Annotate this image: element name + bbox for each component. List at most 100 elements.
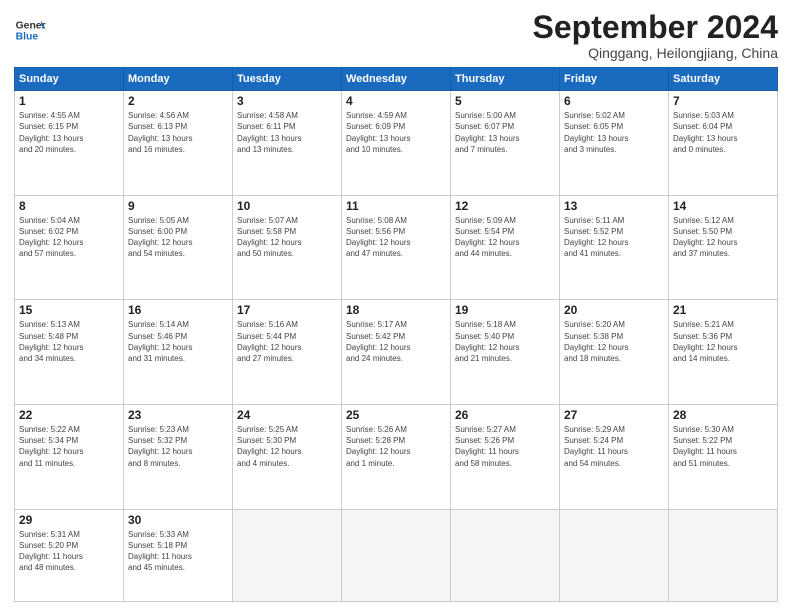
calendar-cell: 11Sunrise: 5:08 AM Sunset: 5:56 PM Dayli… — [342, 195, 451, 300]
day-info: Sunrise: 5:29 AM Sunset: 5:24 PM Dayligh… — [564, 424, 664, 469]
day-info: Sunrise: 5:09 AM Sunset: 5:54 PM Dayligh… — [455, 215, 555, 260]
day-number: 16 — [128, 303, 228, 317]
page: General Blue September 2024 Qinggang, He… — [0, 0, 792, 612]
calendar-cell: 13Sunrise: 5:11 AM Sunset: 5:52 PM Dayli… — [560, 195, 669, 300]
calendar-header-row: Sunday Monday Tuesday Wednesday Thursday… — [15, 68, 778, 91]
calendar-week-row: 8 Sunrise: 5:04 AM Sunset: 6:02 PM Daylig… — [15, 195, 778, 300]
calendar-week-row: 15Sunrise: 5:13 AM Sunset: 5:48 PM Dayli… — [15, 300, 778, 405]
calendar-cell — [669, 509, 778, 601]
calendar-cell: 25 Sunrise: 5:26 AM Sunset: 5:28 PM Dayli… — [342, 405, 451, 510]
col-monday: Monday — [124, 68, 233, 91]
day-number: 20 — [564, 303, 664, 317]
calendar-cell: 22 Sunrise: 5:22 AM Sunset: 5:34 PM Dayli… — [15, 405, 124, 510]
logo-icon: General Blue — [14, 14, 46, 46]
day-info: Sunrise: 5:16 AM Sunset: 5:44 PM Dayligh… — [237, 319, 337, 364]
day-number: 9 — [128, 199, 228, 213]
calendar-cell: 7 Sunrise: 5:03 AM Sunset: 6:04 PM Daylig… — [669, 91, 778, 196]
day-number: 30 — [128, 513, 228, 527]
day-info: Sunrise: 5:26 AM Sunset: 5:28 PM Dayligh… — [346, 424, 446, 469]
calendar-cell: 10 Sunrise: 5:07 AM Sunset: 5:58 PM Dayli… — [233, 195, 342, 300]
day-info: Sunrise: 4:55 AM Sunset: 6:15 PM Dayligh… — [19, 110, 119, 155]
calendar-cell: 24Sunrise: 5:25 AM Sunset: 5:30 PM Dayli… — [233, 405, 342, 510]
calendar-cell: 21Sunrise: 5:21 AM Sunset: 5:36 PM Dayli… — [669, 300, 778, 405]
day-number: 6 — [564, 94, 664, 108]
calendar-cell: 18 Sunrise: 5:17 AM Sunset: 5:42 PM Dayli… — [342, 300, 451, 405]
day-info: Sunrise: 5:04 AM Sunset: 6:02 PM Dayligh… — [19, 215, 119, 260]
calendar-cell: 27 Sunrise: 5:29 AM Sunset: 5:24 PM Dayli… — [560, 405, 669, 510]
calendar-cell: 26 Sunrise: 5:27 AM Sunset: 5:26 PM Dayli… — [451, 405, 560, 510]
calendar-cell: 1 Sunrise: 4:55 AM Sunset: 6:15 PM Daylig… — [15, 91, 124, 196]
col-sunday: Sunday — [15, 68, 124, 91]
calendar-cell: 20 Sunrise: 5:20 AM Sunset: 5:38 PM Dayli… — [560, 300, 669, 405]
calendar-cell: 9 Sunrise: 5:05 AM Sunset: 6:00 PM Daylig… — [124, 195, 233, 300]
col-thursday: Thursday — [451, 68, 560, 91]
day-info: Sunrise: 5:02 AM Sunset: 6:05 PM Dayligh… — [564, 110, 664, 155]
day-info: Sunrise: 5:00 AM Sunset: 6:07 PM Dayligh… — [455, 110, 555, 155]
location: Qinggang, Heilongjiang, China — [533, 45, 778, 61]
svg-text:Blue: Blue — [16, 32, 39, 43]
calendar-cell: 3Sunrise: 4:58 AM Sunset: 6:11 PM Daylig… — [233, 91, 342, 196]
day-number: 19 — [455, 303, 555, 317]
day-number: 1 — [19, 94, 119, 108]
day-info: Sunrise: 5:11 AM Sunset: 5:52 PM Dayligh… — [564, 215, 664, 260]
day-number: 14 — [673, 199, 773, 213]
day-number: 23 — [128, 408, 228, 422]
calendar-cell: 5 Sunrise: 5:00 AM Sunset: 6:07 PM Daylig… — [451, 91, 560, 196]
calendar-cell: 16 Sunrise: 5:14 AM Sunset: 5:46 PM Dayli… — [124, 300, 233, 405]
calendar-cell — [451, 509, 560, 601]
day-number: 22 — [19, 408, 119, 422]
calendar-cell: 6 Sunrise: 5:02 AM Sunset: 6:05 PM Daylig… — [560, 91, 669, 196]
day-info: Sunrise: 5:12 AM Sunset: 5:50 PM Dayligh… — [673, 215, 773, 260]
col-wednesday: Wednesday — [342, 68, 451, 91]
logo: General Blue — [14, 14, 46, 46]
day-info: Sunrise: 5:05 AM Sunset: 6:00 PM Dayligh… — [128, 215, 228, 260]
day-number: 17 — [237, 303, 337, 317]
day-number: 18 — [346, 303, 446, 317]
calendar-week-row: 1 Sunrise: 4:55 AM Sunset: 6:15 PM Daylig… — [15, 91, 778, 196]
day-info: Sunrise: 5:20 AM Sunset: 5:38 PM Dayligh… — [564, 319, 664, 364]
day-info: Sunrise: 5:14 AM Sunset: 5:46 PM Dayligh… — [128, 319, 228, 364]
col-saturday: Saturday — [669, 68, 778, 91]
day-number: 26 — [455, 408, 555, 422]
calendar-cell: 2 Sunrise: 4:56 AM Sunset: 6:13 PM Daylig… — [124, 91, 233, 196]
calendar-cell — [233, 509, 342, 601]
header: General Blue September 2024 Qinggang, He… — [14, 10, 778, 61]
day-number: 3 — [237, 94, 337, 108]
day-number: 29 — [19, 513, 119, 527]
calendar-cell: 23Sunrise: 5:23 AM Sunset: 5:32 PM Dayli… — [124, 405, 233, 510]
day-number: 5 — [455, 94, 555, 108]
day-info: Sunrise: 5:31 AM Sunset: 5:20 PM Dayligh… — [19, 529, 119, 574]
day-number: 2 — [128, 94, 228, 108]
day-number: 4 — [346, 94, 446, 108]
day-number: 25 — [346, 408, 446, 422]
title-block: September 2024 Qinggang, Heilongjiang, C… — [533, 10, 778, 61]
month-title: September 2024 — [533, 10, 778, 45]
calendar-cell: 14 Sunrise: 5:12 AM Sunset: 5:50 PM Dayli… — [669, 195, 778, 300]
day-number: 10 — [237, 199, 337, 213]
day-info: Sunrise: 5:22 AM Sunset: 5:34 PM Dayligh… — [19, 424, 119, 469]
calendar-table: Sunday Monday Tuesday Wednesday Thursday… — [14, 67, 778, 602]
day-info: Sunrise: 4:56 AM Sunset: 6:13 PM Dayligh… — [128, 110, 228, 155]
day-info: Sunrise: 5:25 AM Sunset: 5:30 PM Dayligh… — [237, 424, 337, 469]
day-number: 28 — [673, 408, 773, 422]
day-info: Sunrise: 5:21 AM Sunset: 5:36 PM Dayligh… — [673, 319, 773, 364]
calendar-cell: 30Sunrise: 5:33 AM Sunset: 5:18 PM Dayli… — [124, 509, 233, 601]
day-number: 7 — [673, 94, 773, 108]
day-info: Sunrise: 5:13 AM Sunset: 5:48 PM Dayligh… — [19, 319, 119, 364]
day-info: Sunrise: 5:18 AM Sunset: 5:40 PM Dayligh… — [455, 319, 555, 364]
calendar-cell: 15Sunrise: 5:13 AM Sunset: 5:48 PM Dayli… — [15, 300, 124, 405]
day-number: 27 — [564, 408, 664, 422]
day-info: Sunrise: 5:07 AM Sunset: 5:58 PM Dayligh… — [237, 215, 337, 260]
day-info: Sunrise: 4:59 AM Sunset: 6:09 PM Dayligh… — [346, 110, 446, 155]
calendar-cell — [560, 509, 669, 601]
day-number: 11 — [346, 199, 446, 213]
col-friday: Friday — [560, 68, 669, 91]
day-info: Sunrise: 5:17 AM Sunset: 5:42 PM Dayligh… — [346, 319, 446, 364]
calendar-week-row: 29 Sunrise: 5:31 AM Sunset: 5:20 PM Dayli… — [15, 509, 778, 601]
calendar-cell: 12Sunrise: 5:09 AM Sunset: 5:54 PM Dayli… — [451, 195, 560, 300]
day-info: Sunrise: 5:27 AM Sunset: 5:26 PM Dayligh… — [455, 424, 555, 469]
calendar-cell: 19 Sunrise: 5:18 AM Sunset: 5:40 PM Dayli… — [451, 300, 560, 405]
day-number: 8 — [19, 199, 119, 213]
day-info: Sunrise: 5:03 AM Sunset: 6:04 PM Dayligh… — [673, 110, 773, 155]
col-tuesday: Tuesday — [233, 68, 342, 91]
